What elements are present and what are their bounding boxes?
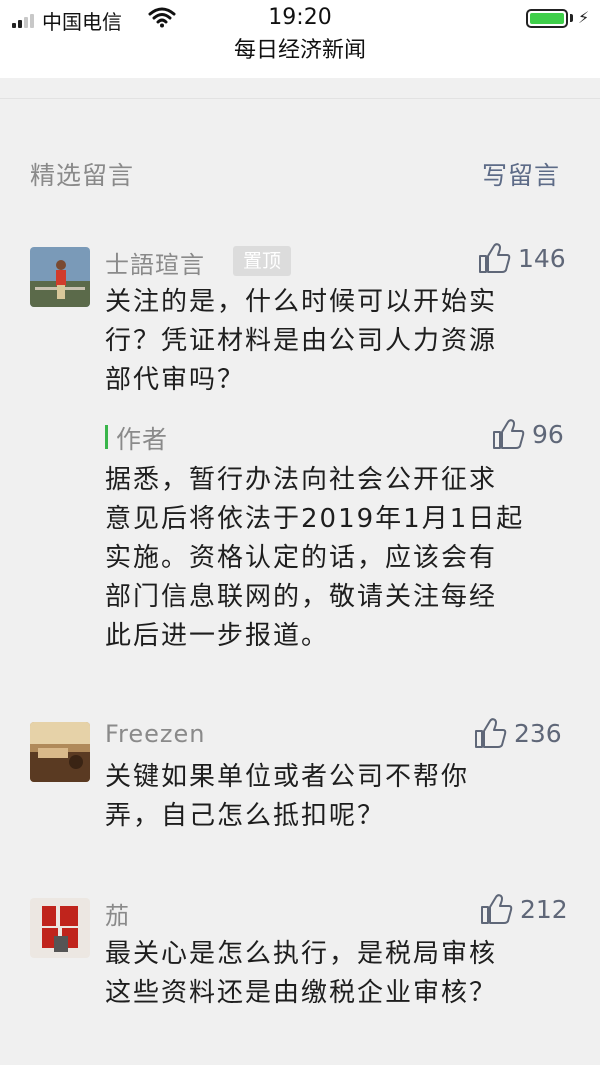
like-button[interactable]: 236 xyxy=(474,717,562,749)
comment-username: 茄 xyxy=(105,902,130,930)
author-reply-label: 作者 xyxy=(116,425,169,454)
comment-text: 关键如果单位或者公司不帮你 弄，自己怎么抵扣呢？ xyxy=(105,758,469,836)
divider xyxy=(0,98,600,99)
reply-text-line: 据悉，暂行办法向社会公开征求 xyxy=(105,465,498,495)
comment-text-line: 行？凭证材料是由公司人力资源 xyxy=(105,326,498,356)
comment-text-line: 关键如果单位或者公司不帮你 xyxy=(105,762,470,792)
comment-text-line: 最关心是怎么执行，是税局审核 xyxy=(105,939,498,969)
reply-text-line: 此后进一步报道。 xyxy=(105,621,330,651)
comment-text-line: 弄，自己怎么抵扣呢？ xyxy=(105,801,386,831)
avatar[interactable] xyxy=(30,247,90,307)
thumbs-up-icon xyxy=(480,893,514,925)
like-count: 212 xyxy=(520,894,568,924)
comment-username: 士語瑄言 xyxy=(105,251,205,279)
reply-text-line: 意见后将依法于2019年1月1日起 xyxy=(105,504,525,534)
thumbs-up-icon xyxy=(492,418,526,450)
avatar[interactable] xyxy=(30,722,90,782)
thumbs-up-icon xyxy=(474,717,508,749)
author-reply-marker xyxy=(105,425,108,449)
reply-text-line: 实施。资格认定的话，应该会有 xyxy=(105,543,498,573)
page-title: 每日经济新闻 xyxy=(0,38,600,78)
comment-text: 最关心是怎么执行，是税局审核 这些资料还是由缴税企业审核？ xyxy=(105,935,497,1013)
status-time: 19:20 xyxy=(268,5,332,30)
pinned-badge: 置顶 xyxy=(233,246,292,276)
battery-icon xyxy=(526,9,568,28)
like-count: 236 xyxy=(514,718,562,748)
write-comment-button[interactable]: 写留言 xyxy=(482,156,560,192)
thumbs-up-icon xyxy=(478,242,512,274)
like-count: 96 xyxy=(532,419,564,449)
like-button[interactable]: 146 xyxy=(478,242,566,274)
avatar[interactable] xyxy=(30,898,90,958)
status-bar: 中国电信 19:20 ⚡ xyxy=(0,0,600,38)
comment-text-line: 部代审吗？ xyxy=(105,365,246,395)
like-count: 146 xyxy=(518,243,566,273)
reply-text-line: 部门信息联网的，敬请关注每经 xyxy=(105,582,498,612)
charging-icon: ⚡ xyxy=(578,8,590,27)
reply-like-button[interactable]: 96 xyxy=(492,418,564,450)
like-button[interactable]: 212 xyxy=(480,893,568,925)
comment-text: 关注的是，什么时候可以开始实 行？凭证材料是由公司人力资源 部代审吗？ xyxy=(105,283,497,400)
reply-text: 据悉，暂行办法向社会公开征求 意见后将依法于2019年1月1日起 实施。资格认定… xyxy=(105,461,524,656)
comment-username: Freezen xyxy=(105,720,206,748)
comment-text-line: 关注的是，什么时候可以开始实 xyxy=(105,287,498,317)
battery-cap xyxy=(570,14,573,22)
section-title: 精选留言 xyxy=(30,161,135,190)
comment-text-line: 这些资料还是由缴税企业审核？ xyxy=(105,978,498,1008)
